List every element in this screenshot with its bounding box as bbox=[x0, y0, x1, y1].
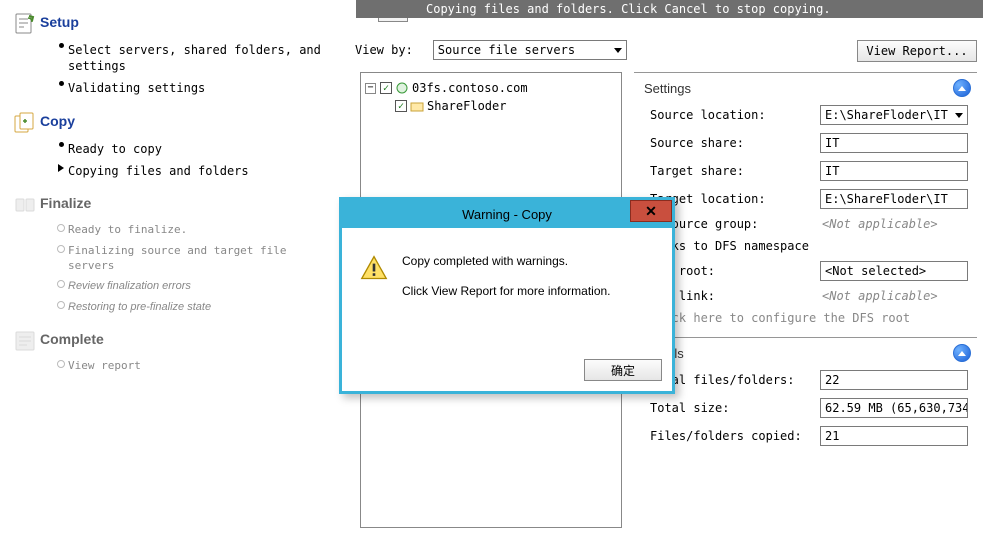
wizard-steps-panel: Setup Select servers, shared folders, an… bbox=[0, 0, 335, 538]
tree-root-label: 03fs.contoso.com bbox=[412, 81, 528, 95]
chevron-up-icon bbox=[958, 351, 966, 356]
chevron-up-icon bbox=[958, 86, 966, 91]
tree-collapse-icon[interactable]: − bbox=[365, 83, 376, 94]
details-group: Details Total files/folders: 22 Total si… bbox=[634, 338, 977, 464]
server-icon bbox=[395, 81, 409, 95]
chevron-down-icon bbox=[614, 48, 622, 53]
dialog-line1: Copy completed with warnings. bbox=[402, 254, 611, 268]
status-banner: Copying files and folders. Click Cancel … bbox=[356, 0, 983, 18]
section-title-finalize: Finalize bbox=[40, 195, 91, 211]
label-total-size: Total size: bbox=[644, 401, 820, 415]
tree-checkbox[interactable]: ✓ bbox=[395, 100, 407, 112]
finalize-icon bbox=[10, 193, 40, 217]
finalize-item: Ready to finalize. bbox=[54, 223, 325, 238]
total-files-value: 22 bbox=[820, 370, 968, 390]
complete-item: View report bbox=[54, 359, 325, 374]
label-files-copied: Files/folders copied: bbox=[644, 429, 820, 443]
setup-icon bbox=[10, 12, 40, 36]
section-copy: Copy bbox=[10, 111, 325, 135]
dfs-root-field[interactable]: <Not selected> bbox=[820, 261, 968, 281]
resource-group-value: <Not applicable> bbox=[820, 217, 938, 231]
setup-items: Select servers, shared folders, and sett… bbox=[54, 42, 325, 97]
warning-dialog: Warning - Copy ✕ Copy completed with war… bbox=[339, 197, 675, 394]
view-report-button[interactable]: View Report... bbox=[857, 40, 977, 62]
chevron-down-icon bbox=[955, 113, 963, 118]
finalize-items: Ready to finalize. Finalizing source and… bbox=[54, 223, 325, 315]
finalize-item: Restoring to pre-finalize state bbox=[54, 300, 325, 315]
collapse-settings-button[interactable] bbox=[953, 79, 971, 97]
target-share-field[interactable]: IT bbox=[820, 161, 968, 181]
label-source-share: Source share: bbox=[644, 136, 820, 150]
current-step-arrow-icon bbox=[58, 164, 64, 172]
view-by-label: View by: bbox=[355, 43, 413, 57]
ok-button[interactable]: 确定 bbox=[584, 359, 662, 381]
tree-child-row[interactable]: ✓ ShareFloder bbox=[365, 97, 617, 115]
dialog-titlebar[interactable]: Warning - Copy ✕ bbox=[342, 200, 672, 228]
view-by-row: View by: Source file servers bbox=[355, 40, 627, 60]
section-complete: Complete bbox=[10, 329, 325, 353]
section-title-copy: Copy bbox=[40, 113, 75, 129]
right-details-area: Settings Source location: E:\ShareFloder… bbox=[634, 72, 977, 538]
copy-items: Ready to copy Copying files and folders bbox=[54, 141, 325, 179]
tree-root-row[interactable]: − ✓ 03fs.contoso.com bbox=[365, 79, 617, 97]
close-button[interactable]: ✕ bbox=[630, 200, 672, 222]
section-title-complete: Complete bbox=[40, 331, 104, 347]
label-target-share: Target share: bbox=[644, 164, 820, 178]
settings-group: Settings Source location: E:\ShareFloder… bbox=[634, 73, 977, 338]
finalize-item: Review finalization errors bbox=[54, 279, 325, 294]
section-title-setup: Setup bbox=[40, 14, 79, 30]
dialog-title: Warning - Copy bbox=[462, 207, 552, 222]
total-size-value: 62.59 MB (65,630,734 bbox=[820, 398, 968, 418]
setup-item: Validating settings bbox=[54, 80, 325, 96]
folder-share-icon bbox=[410, 99, 424, 113]
dfs-config-hint[interactable]: Click here to configure the DFS root bbox=[650, 311, 977, 325]
settings-title: Settings bbox=[644, 81, 691, 96]
close-icon: ✕ bbox=[645, 203, 657, 220]
copy-item: Ready to copy bbox=[54, 141, 325, 157]
view-by-select[interactable]: Source file servers bbox=[433, 40, 627, 60]
complete-icon bbox=[10, 329, 40, 353]
dfs-link-value: <Not applicable> bbox=[820, 289, 938, 303]
setup-item: Select servers, shared folders, and sett… bbox=[54, 42, 325, 74]
complete-items: View report bbox=[54, 359, 325, 374]
files-copied-value: 21 bbox=[820, 426, 968, 446]
view-by-value: Source file servers bbox=[438, 43, 575, 57]
dialog-message: Copy completed with warnings. Click View… bbox=[402, 254, 611, 314]
label-source-location: Source location: bbox=[644, 108, 820, 122]
dialog-line2: Click View Report for more information. bbox=[402, 284, 611, 298]
tree-child-label: ShareFloder bbox=[427, 99, 506, 113]
copy-item-current: Copying files and folders bbox=[54, 163, 325, 179]
target-location-field[interactable]: E:\ShareFloder\IT bbox=[820, 189, 968, 209]
source-location-select[interactable]: E:\ShareFloder\IT bbox=[820, 105, 968, 125]
section-finalize: Finalize bbox=[10, 193, 325, 217]
copy-icon bbox=[10, 111, 40, 135]
finalize-item: Finalizing source and target file server… bbox=[54, 244, 325, 274]
section-setup: Setup bbox=[10, 12, 325, 36]
collapse-details-button[interactable] bbox=[953, 344, 971, 362]
warning-icon bbox=[360, 254, 388, 282]
source-share-field[interactable]: IT bbox=[820, 133, 968, 153]
tree-checkbox[interactable]: ✓ bbox=[380, 82, 392, 94]
